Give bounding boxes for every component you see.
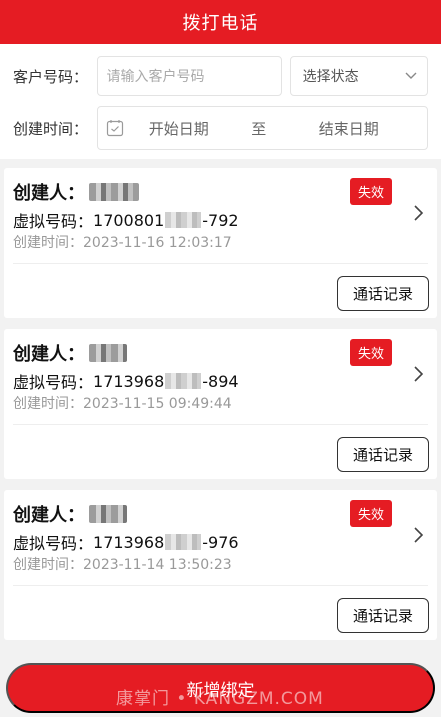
- customer-number-placeholder: 请输入客户号码: [106, 69, 205, 85]
- phone-label: 虚拟号码：: [13, 212, 94, 231]
- created-time-value: 2023-11-14 13:50:23: [83, 557, 232, 573]
- creator-label: 创建人：: [13, 505, 85, 526]
- time-label: 创建时间：: [13, 396, 83, 412]
- call-records-button[interactable]: 通话记录: [337, 437, 429, 472]
- phone-row: 虚拟号码： 1713968 -976: [13, 530, 239, 554]
- creator-name-redacted: [89, 505, 127, 523]
- end-date-field[interactable]: 结束日期: [284, 118, 414, 139]
- creator-row: 创建人：: [13, 501, 127, 527]
- phone-prefix: 1700801: [93, 210, 165, 230]
- record-card[interactable]: 创建人： 虚拟号码： 1713968 -976 创建时间：2023-11-14 …: [4, 490, 437, 640]
- call-records-button[interactable]: 通话记录: [337, 276, 429, 311]
- customer-number-label: 客户号码：: [13, 67, 89, 86]
- created-time-value: 2023-11-15 09:49:44: [83, 396, 232, 412]
- creator-row: 创建人：: [13, 340, 127, 366]
- created-time-label: 创建时间：: [13, 119, 89, 138]
- phone-row: 虚拟号码： 1700801 -792: [13, 208, 239, 232]
- phone-suffix: -976: [202, 532, 239, 552]
- phone-suffix: -894: [202, 371, 239, 391]
- record-list: 创建人： 虚拟号码： 1700801 -792 创建时间：2023-11-16 …: [0, 159, 441, 640]
- created-time-row: 创建时间：2023-11-14 13:50:23: [13, 554, 232, 574]
- divider: [13, 585, 428, 586]
- add-binding-button[interactable]: 新增绑定: [6, 663, 435, 713]
- date-range-picker[interactable]: 开始日期 至 结束日期: [96, 106, 428, 150]
- page-title: 拨打电话: [182, 13, 259, 34]
- phone-prefix: 1713968: [93, 371, 165, 391]
- filter-panel: 客户号码： 请输入客户号码 选择状态 创建时间： 开始日期 至 结束日期: [0, 44, 441, 159]
- calendar-icon: [106, 120, 123, 137]
- phone-prefix: 1713968: [93, 532, 165, 552]
- status-badge: 失效: [349, 339, 392, 366]
- phone-row: 虚拟号码： 1713968 -894: [13, 369, 239, 393]
- record-card[interactable]: 创建人： 虚拟号码： 1700801 -792 创建时间：2023-11-16 …: [4, 168, 437, 318]
- time-label: 创建时间：: [13, 235, 83, 251]
- chevron-down-icon: [405, 72, 417, 79]
- status-badge: 失效: [349, 178, 392, 205]
- creator-row: 创建人：: [13, 179, 139, 205]
- divider: [13, 263, 428, 264]
- phone-label: 虚拟号码：: [13, 534, 94, 553]
- created-time-row: 创建时间：2023-11-15 09:49:44: [13, 393, 232, 413]
- created-time-row: 创建时间：2023-11-16 12:03:17: [13, 232, 232, 252]
- record-card[interactable]: 创建人： 虚拟号码： 1713968 -894 创建时间：2023-11-15 …: [4, 329, 437, 479]
- creator-name-redacted: [89, 183, 139, 201]
- phone-label: 虚拟号码：: [13, 373, 94, 392]
- creator-label: 创建人：: [13, 344, 85, 365]
- phone-suffix: -792: [202, 210, 239, 230]
- call-records-button[interactable]: 通话记录: [337, 598, 429, 633]
- creator-label: 创建人：: [13, 183, 85, 204]
- creator-name-redacted: [89, 344, 127, 362]
- page-header: 拨打电话: [0, 0, 441, 44]
- chevron-right-icon[interactable]: [411, 204, 425, 222]
- date-separator: 至: [251, 119, 267, 138]
- status-select[interactable]: 选择状态: [289, 56, 428, 96]
- divider: [13, 424, 428, 425]
- created-time-value: 2023-11-16 12:03:17: [83, 235, 232, 251]
- phone-redacted: [165, 373, 202, 389]
- chevron-right-icon[interactable]: [411, 365, 425, 383]
- status-select-value: 选择状态: [302, 69, 359, 85]
- chevron-right-icon[interactable]: [411, 526, 425, 544]
- start-date-field[interactable]: 开始日期: [124, 118, 234, 139]
- customer-number-input[interactable]: 请输入客户号码: [96, 56, 282, 96]
- phone-redacted: [165, 212, 202, 228]
- time-label: 创建时间：: [13, 557, 83, 573]
- status-badge: 失效: [349, 500, 392, 527]
- phone-redacted: [165, 534, 202, 550]
